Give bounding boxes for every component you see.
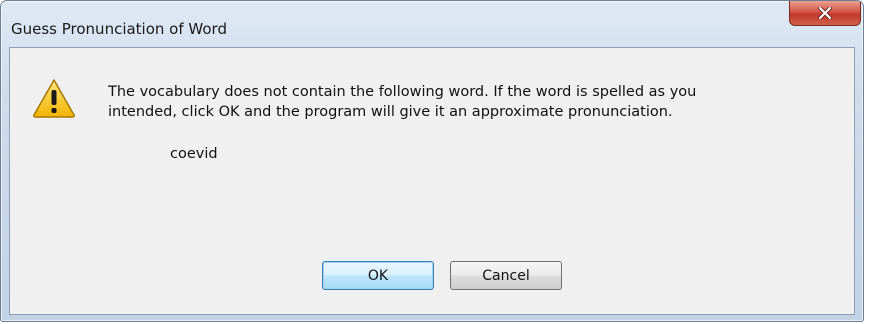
close-button[interactable] <box>789 1 861 26</box>
message-text: The vocabulary does not contain the foll… <box>108 84 697 120</box>
title-bar[interactable]: Guess Pronunciation of Word <box>1 1 863 48</box>
dialog-title: Guess Pronunciation of Word <box>11 20 227 38</box>
dialog-window: Guess Pronunciation of Word The vocabula… <box>0 0 864 322</box>
warning-icon <box>32 78 76 118</box>
cancel-button[interactable]: Cancel <box>450 261 562 290</box>
ok-button[interactable]: OK <box>322 261 434 290</box>
dialog-body: The vocabulary does not contain the foll… <box>9 47 855 315</box>
unknown-word: coevid <box>170 146 218 162</box>
close-icon <box>818 7 832 19</box>
